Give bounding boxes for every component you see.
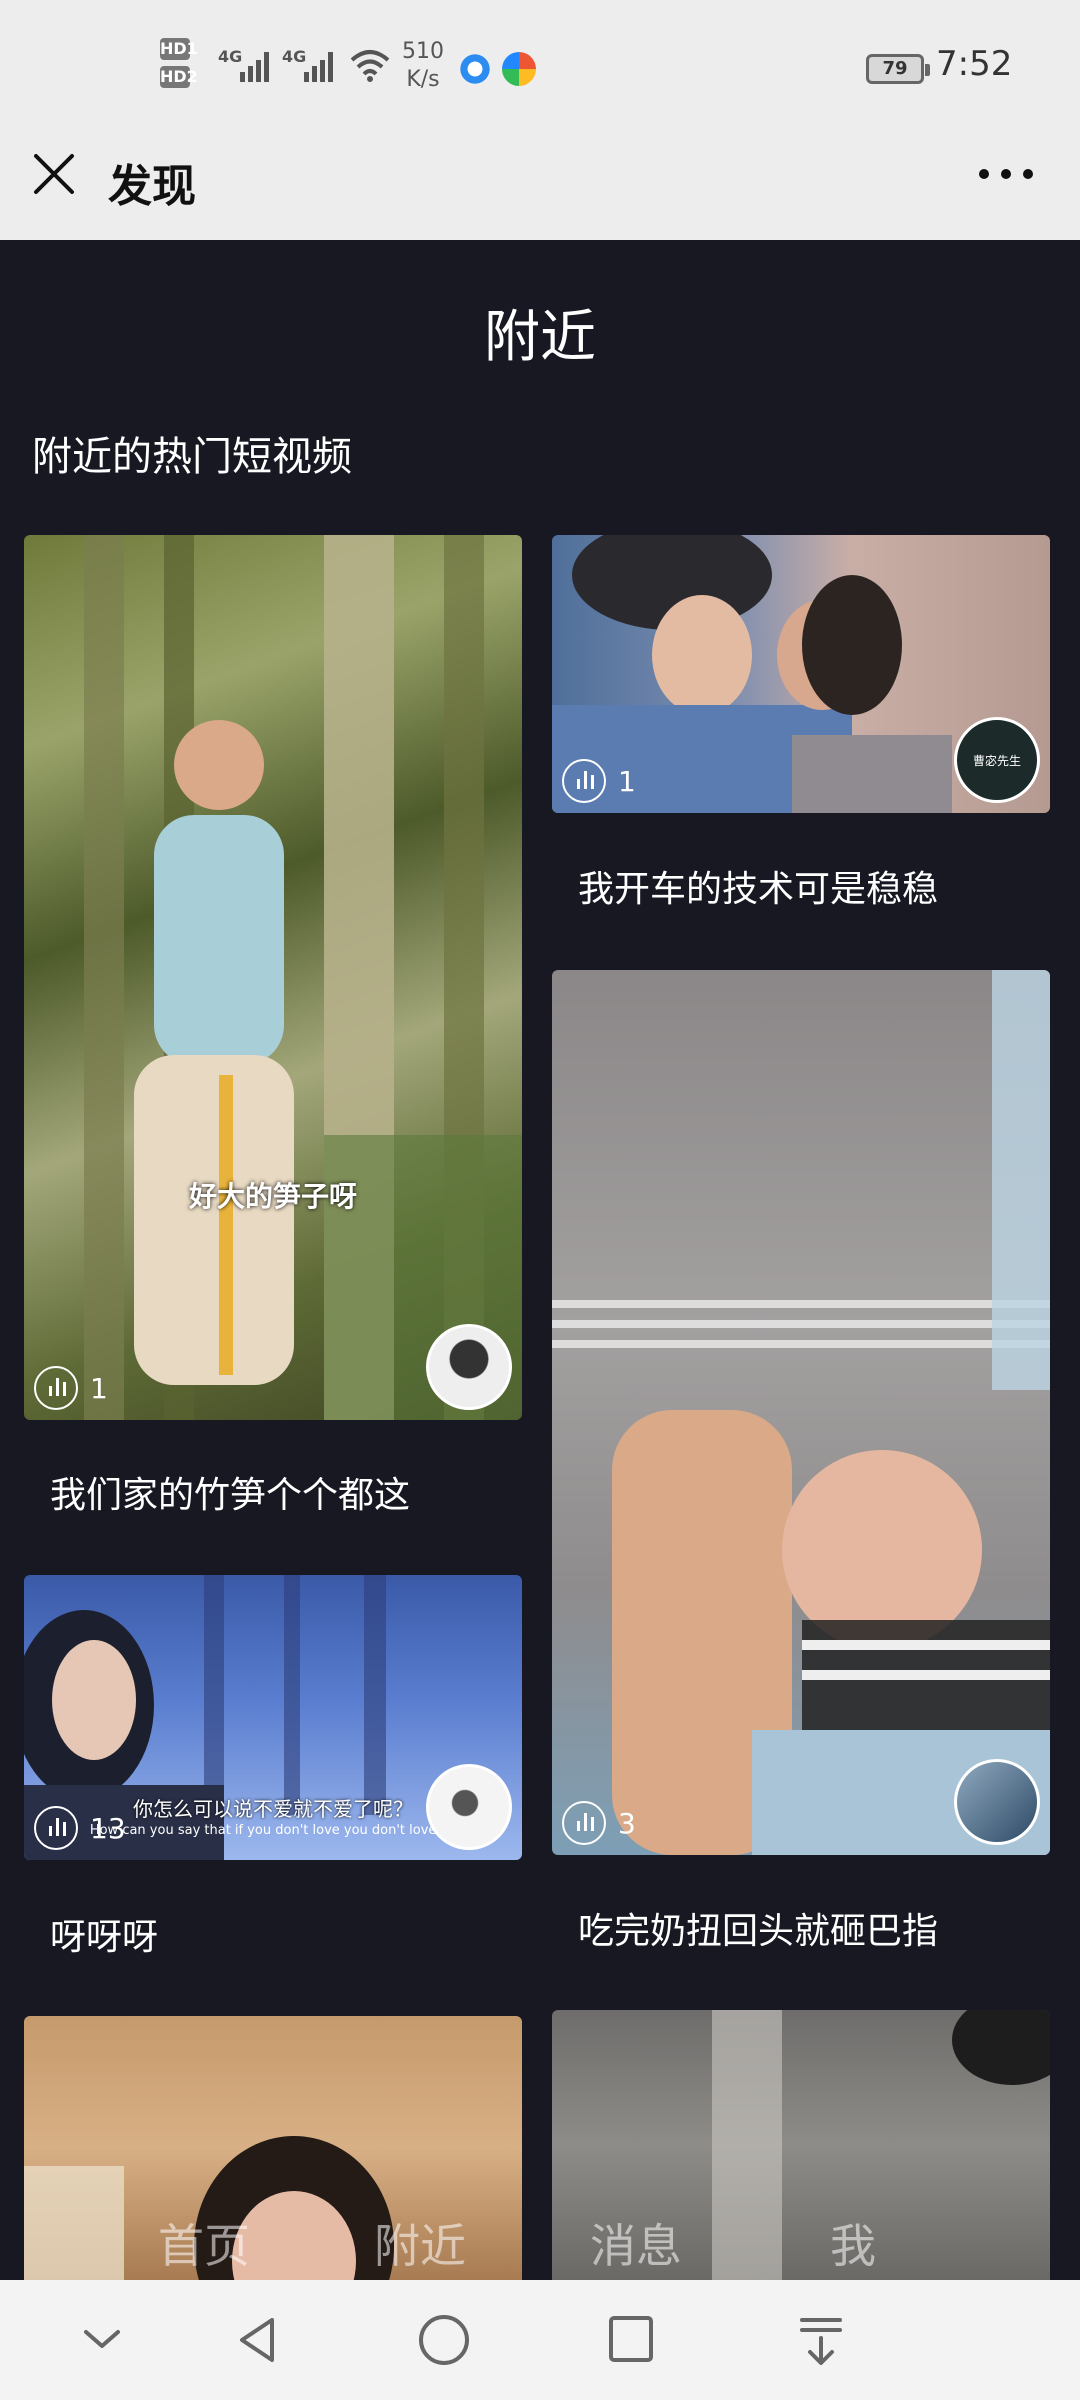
play-count-value: 13	[90, 1811, 126, 1845]
hd2-label: HD2	[160, 66, 198, 88]
play-count-icon	[34, 1366, 78, 1410]
app-notification-icon	[502, 52, 536, 86]
tab-messages[interactable]: 消息	[590, 2210, 682, 2276]
avatar[interactable]	[954, 1759, 1040, 1845]
recents-icon[interactable]	[606, 2310, 656, 2370]
play-count-icon	[562, 759, 606, 803]
play-count-value: 3	[618, 1806, 636, 1840]
notification-pulldown-icon[interactable]	[796, 2310, 846, 2370]
page-title: 发现	[108, 161, 196, 212]
tab-nearby[interactable]: 附近	[374, 2210, 466, 2276]
status-bar: HD1 HD2 4G 4G 510 K/s 79 7:52	[0, 0, 1080, 140]
avatar-text: 曹宓先生	[972, 753, 1021, 768]
back-icon[interactable]	[232, 2310, 282, 2370]
battery-icon: 79	[866, 54, 930, 84]
browser-app-icon	[458, 52, 492, 86]
tab-me[interactable]: 我	[830, 2210, 876, 2276]
play-count: 13	[34, 1806, 126, 1850]
video-title[interactable]: 吃完奶扭回头就砸巴指	[578, 1902, 938, 1954]
avatar[interactable]	[426, 1764, 512, 1850]
video-card[interactable]: 1 曹宓先生	[552, 535, 1050, 813]
video-thumbnail	[552, 970, 1050, 1855]
play-count-icon	[562, 1801, 606, 1845]
play-count-value: 1	[90, 1371, 108, 1405]
play-count-value: 1	[618, 764, 636, 798]
svg-text:4G: 4G	[282, 47, 306, 66]
svg-text:4G: 4G	[218, 47, 242, 66]
play-count: 1	[34, 1366, 108, 1410]
chevron-down-icon[interactable]	[80, 2310, 124, 2370]
video-title[interactable]: 我开车的技术可是稳稳	[578, 860, 938, 912]
hd1-label: HD1	[160, 38, 198, 60]
hd-indicator: HD1 HD2	[160, 38, 210, 100]
section-title: 附近	[484, 305, 596, 370]
video-overlay-caption: 好大的笋子呀	[188, 1180, 357, 1213]
avatar[interactable]	[426, 1324, 512, 1410]
clock: 7:52	[936, 44, 1013, 84]
system-nav-bar	[0, 2280, 1080, 2400]
home-circle-icon[interactable]	[416, 2310, 472, 2370]
avatar[interactable]: 曹宓先生	[954, 717, 1040, 803]
video-card[interactable]: 你怎么可以说不爱就不爱了呢？ How can you say that if y…	[24, 1575, 522, 1860]
close-icon[interactable]	[30, 150, 78, 198]
video-thumbnail	[84, 535, 522, 1420]
video-title[interactable]: 我们家的竹笋个个都这	[50, 1466, 410, 1518]
more-icon[interactable]	[976, 162, 1036, 186]
signal-icon-2: 4G	[282, 47, 333, 82]
tab-home[interactable]: 首页	[158, 2210, 250, 2276]
wifi-icon	[350, 50, 390, 82]
video-card[interactable]: 好大的笋子呀 1	[24, 535, 522, 1420]
play-count: 1	[562, 759, 636, 803]
play-count: 3	[562, 1801, 636, 1845]
signal-icon: 4G	[218, 47, 269, 82]
video-title[interactable]: 呀呀呀	[50, 1908, 158, 1960]
play-count-icon	[34, 1806, 78, 1850]
section-subtitle: 附近的热门短视频	[32, 434, 352, 480]
network-speed: 510 K/s	[402, 39, 444, 92]
video-card[interactable]: 3	[552, 970, 1050, 1855]
